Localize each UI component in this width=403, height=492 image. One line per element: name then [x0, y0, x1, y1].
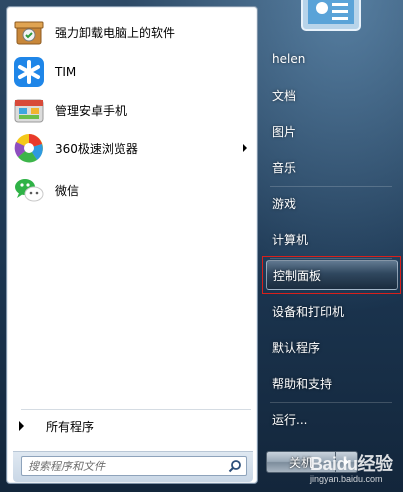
menu-item-default-programs[interactable]: 默认程序: [266, 332, 398, 362]
menu-item-label: 音乐: [272, 160, 297, 175]
wechat-icon: [13, 174, 45, 206]
android-manager-icon: [13, 94, 45, 126]
menu-item-computer[interactable]: 计算机: [266, 224, 398, 254]
menu-item-label: 设备和打印机: [272, 304, 345, 319]
menu-item-pictures[interactable]: 图片: [266, 116, 398, 146]
menu-item-label: 默认程序: [272, 340, 321, 355]
menu-item-run[interactable]: 运行...: [266, 404, 398, 434]
programs-panel: 强力卸载电脑上的软件 TIM 管理安卓手机 360极速浏览器 微信 所有程序 搜…: [6, 6, 258, 484]
menu-item-label: 运行...: [272, 412, 308, 427]
program-label: TIM: [55, 65, 77, 79]
menu-item-label: helen: [272, 52, 306, 66]
highlight-annotation-box: [262, 256, 401, 294]
program-item-android-manager[interactable]: 管理安卓手机: [11, 91, 255, 129]
shutdown-label: 关机: [288, 455, 313, 470]
arrow-right-icon: [344, 458, 349, 466]
programs-divider: [21, 409, 251, 410]
tim-icon: [13, 56, 45, 88]
program-item-wechat[interactable]: 微信: [11, 171, 255, 209]
menu-item-music[interactable]: 音乐: [266, 152, 398, 182]
search-box[interactable]: [21, 456, 247, 476]
search-input[interactable]: [28, 458, 214, 474]
search-icon[interactable]: [228, 459, 242, 473]
search-area: [13, 451, 253, 482]
user-picture[interactable]: [300, 0, 362, 32]
menu-item-label: 计算机: [272, 232, 309, 247]
menu-item-label: 游戏: [272, 196, 297, 211]
submenu-arrow-icon[interactable]: [243, 144, 247, 152]
program-label: 微信: [55, 183, 80, 198]
all-programs-label: 所有程序: [46, 419, 95, 434]
shutdown-control: 关机: [266, 451, 358, 473]
program-label: 强力卸载电脑上的软件: [55, 25, 176, 40]
menu-item-label: 图片: [272, 124, 297, 139]
menu-item-label: 文档: [272, 88, 297, 103]
menu-item-label: 帮助和支持: [272, 376, 333, 391]
menu-item-user[interactable]: helen: [266, 44, 398, 74]
menu-item-help-support[interactable]: 帮助和支持: [266, 368, 398, 398]
all-programs-button[interactable]: 所有程序: [15, 413, 251, 439]
shutdown-options-button[interactable]: [336, 451, 358, 473]
arrow-right-icon: [19, 421, 24, 431]
user-picture-icon: [301, 0, 361, 31]
menu-item-devices-printers[interactable]: 设备和打印机: [266, 296, 398, 326]
program-label: 360极速浏览器: [55, 141, 138, 156]
browser-360-icon: [13, 132, 45, 164]
uninstall-box-icon: [13, 16, 45, 48]
program-item-uninstaller[interactable]: 强力卸载电脑上的软件: [11, 13, 255, 51]
menu-item-documents[interactable]: 文档: [266, 80, 398, 110]
program-item-360-browser[interactable]: 360极速浏览器: [11, 129, 255, 167]
shutdown-button[interactable]: 关机: [266, 451, 336, 473]
menu-divider: [270, 402, 392, 403]
program-item-tim[interactable]: TIM: [11, 53, 255, 91]
program-label: 管理安卓手机: [55, 103, 128, 118]
menu-divider: [270, 186, 392, 187]
menu-item-games[interactable]: 游戏: [266, 188, 398, 218]
